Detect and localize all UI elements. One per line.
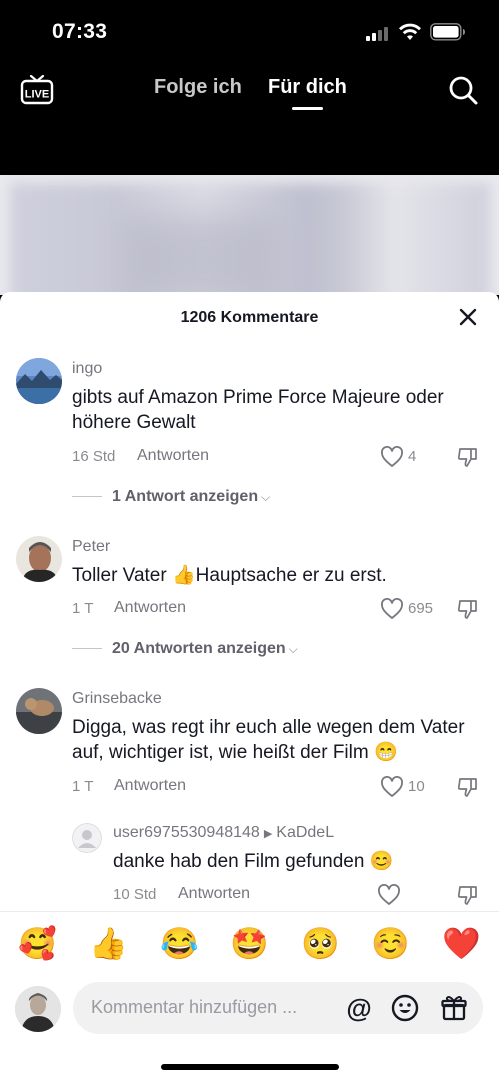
live-icon[interactable]: LIVE	[20, 72, 54, 106]
avatar[interactable]	[16, 536, 62, 582]
comment-text: Toller Vater 👍Hauptsache er zu erst.	[72, 565, 387, 586]
my-avatar	[15, 986, 61, 1032]
dislike-icon[interactable]	[456, 445, 480, 469]
emoji-shortcut[interactable]: 😂	[160, 924, 199, 964]
svg-text:LIVE: LIVE	[25, 89, 49, 101]
dislike-icon[interactable]	[456, 883, 480, 907]
comment-time: 10 Std	[113, 886, 157, 903]
smile-emoji: 😊	[369, 851, 394, 872]
comment-username[interactable]: Grinsebacke	[72, 690, 162, 708]
cellular-signal-icon	[366, 25, 392, 41]
avatar[interactable]	[72, 823, 102, 853]
comment-time: 1 T	[72, 600, 94, 617]
search-icon[interactable]	[447, 74, 479, 106]
emoji-shortcut[interactable]: 👍	[89, 924, 128, 964]
reply-arrow-icon: ▶	[263, 828, 273, 840]
status-time: 07:33	[52, 20, 108, 43]
grin-emoji: 😁	[373, 742, 398, 763]
emoji-shortcut[interactable]: ❤️	[442, 924, 481, 964]
comment-text: danke hab den Film gefunden 😊	[113, 851, 394, 872]
tab-following[interactable]: Folge ich	[154, 76, 242, 99]
reply-button[interactable]: Antworten	[114, 777, 186, 795]
emoji-shortcut[interactable]: 🥺	[301, 924, 340, 964]
like-count: 695	[408, 600, 434, 617]
comment-time: 16 Std	[72, 448, 116, 465]
view-replies-label: 20 Antworten anzeigen	[112, 640, 286, 657]
heart-icon[interactable]	[380, 446, 404, 468]
like-count: 4	[408, 448, 417, 465]
comment-text: gibts auf Amazon Prime Force Majeure ode…	[72, 387, 444, 433]
status-bar: 07:33	[0, 0, 499, 60]
wifi-icon	[399, 23, 421, 40]
comment-username[interactable]: ingo	[72, 360, 102, 378]
comment-username[interactable]: Peter	[72, 538, 110, 556]
reply-button[interactable]: Antworten	[114, 599, 186, 617]
heart-icon[interactable]	[377, 884, 401, 906]
reply-button[interactable]: Antworten	[137, 447, 209, 465]
emoji-shortcut[interactable]: 🤩	[230, 924, 269, 964]
emoji-shortcut[interactable]: 🥰	[18, 924, 57, 964]
chevron-down-icon: ⌵	[288, 642, 298, 656]
view-replies-label: 1 Antwort anzeigen	[112, 488, 259, 505]
comment-composer: 🥰 👍 😂 🤩 🥺 ☺️ ❤️ Kommentar hinzufügen ...…	[0, 911, 499, 1080]
comment-input-placeholder[interactable]: Kommentar hinzufügen ...	[91, 997, 331, 1018]
active-tab-indicator	[292, 107, 323, 110]
top-nav: LIVE Folge ich Für dich	[0, 60, 499, 175]
comments-count-title: 1206 Kommentare	[180, 309, 319, 326]
comment-username[interactable]: user6975530948148 ▶ KaDdeL	[113, 824, 334, 842]
gift-icon[interactable]	[440, 994, 468, 1022]
heart-icon[interactable]	[380, 598, 404, 620]
tab-for-you[interactable]: Für dich	[268, 76, 347, 99]
mention-icon[interactable]: @	[345, 994, 373, 1022]
emoji-shortcut[interactable]: ☺️	[371, 924, 410, 964]
video-preview	[0, 175, 499, 295]
thumbs-up-emoji: 👍	[171, 565, 196, 586]
dislike-icon[interactable]	[456, 597, 480, 621]
dislike-icon[interactable]	[456, 775, 480, 799]
close-icon[interactable]	[458, 307, 478, 327]
heart-icon[interactable]	[380, 776, 404, 798]
reply-button[interactable]: Antworten	[178, 885, 250, 903]
emoji-picker-icon[interactable]	[391, 994, 419, 1022]
home-indicator	[161, 1064, 339, 1070]
emoji-shortcut-bar: 🥰 👍 😂 🤩 🥺 ☺️ ❤️	[0, 924, 499, 966]
chevron-down-icon: ⌵	[261, 490, 271, 504]
comment-time: 1 T	[72, 778, 94, 795]
avatar[interactable]	[16, 358, 62, 404]
view-replies-button[interactable]: 20 Antworten anzeigen ⌵	[72, 640, 298, 658]
comment-text: Digga, was regt ihr euch alle wegen dem …	[72, 717, 465, 763]
avatar[interactable]	[16, 688, 62, 734]
battery-icon	[430, 23, 465, 41]
view-replies-button[interactable]: 1 Antwort anzeigen ⌵	[72, 488, 270, 506]
comment-input[interactable]: Kommentar hinzufügen ... @	[73, 982, 483, 1034]
like-count: 10	[408, 778, 425, 795]
